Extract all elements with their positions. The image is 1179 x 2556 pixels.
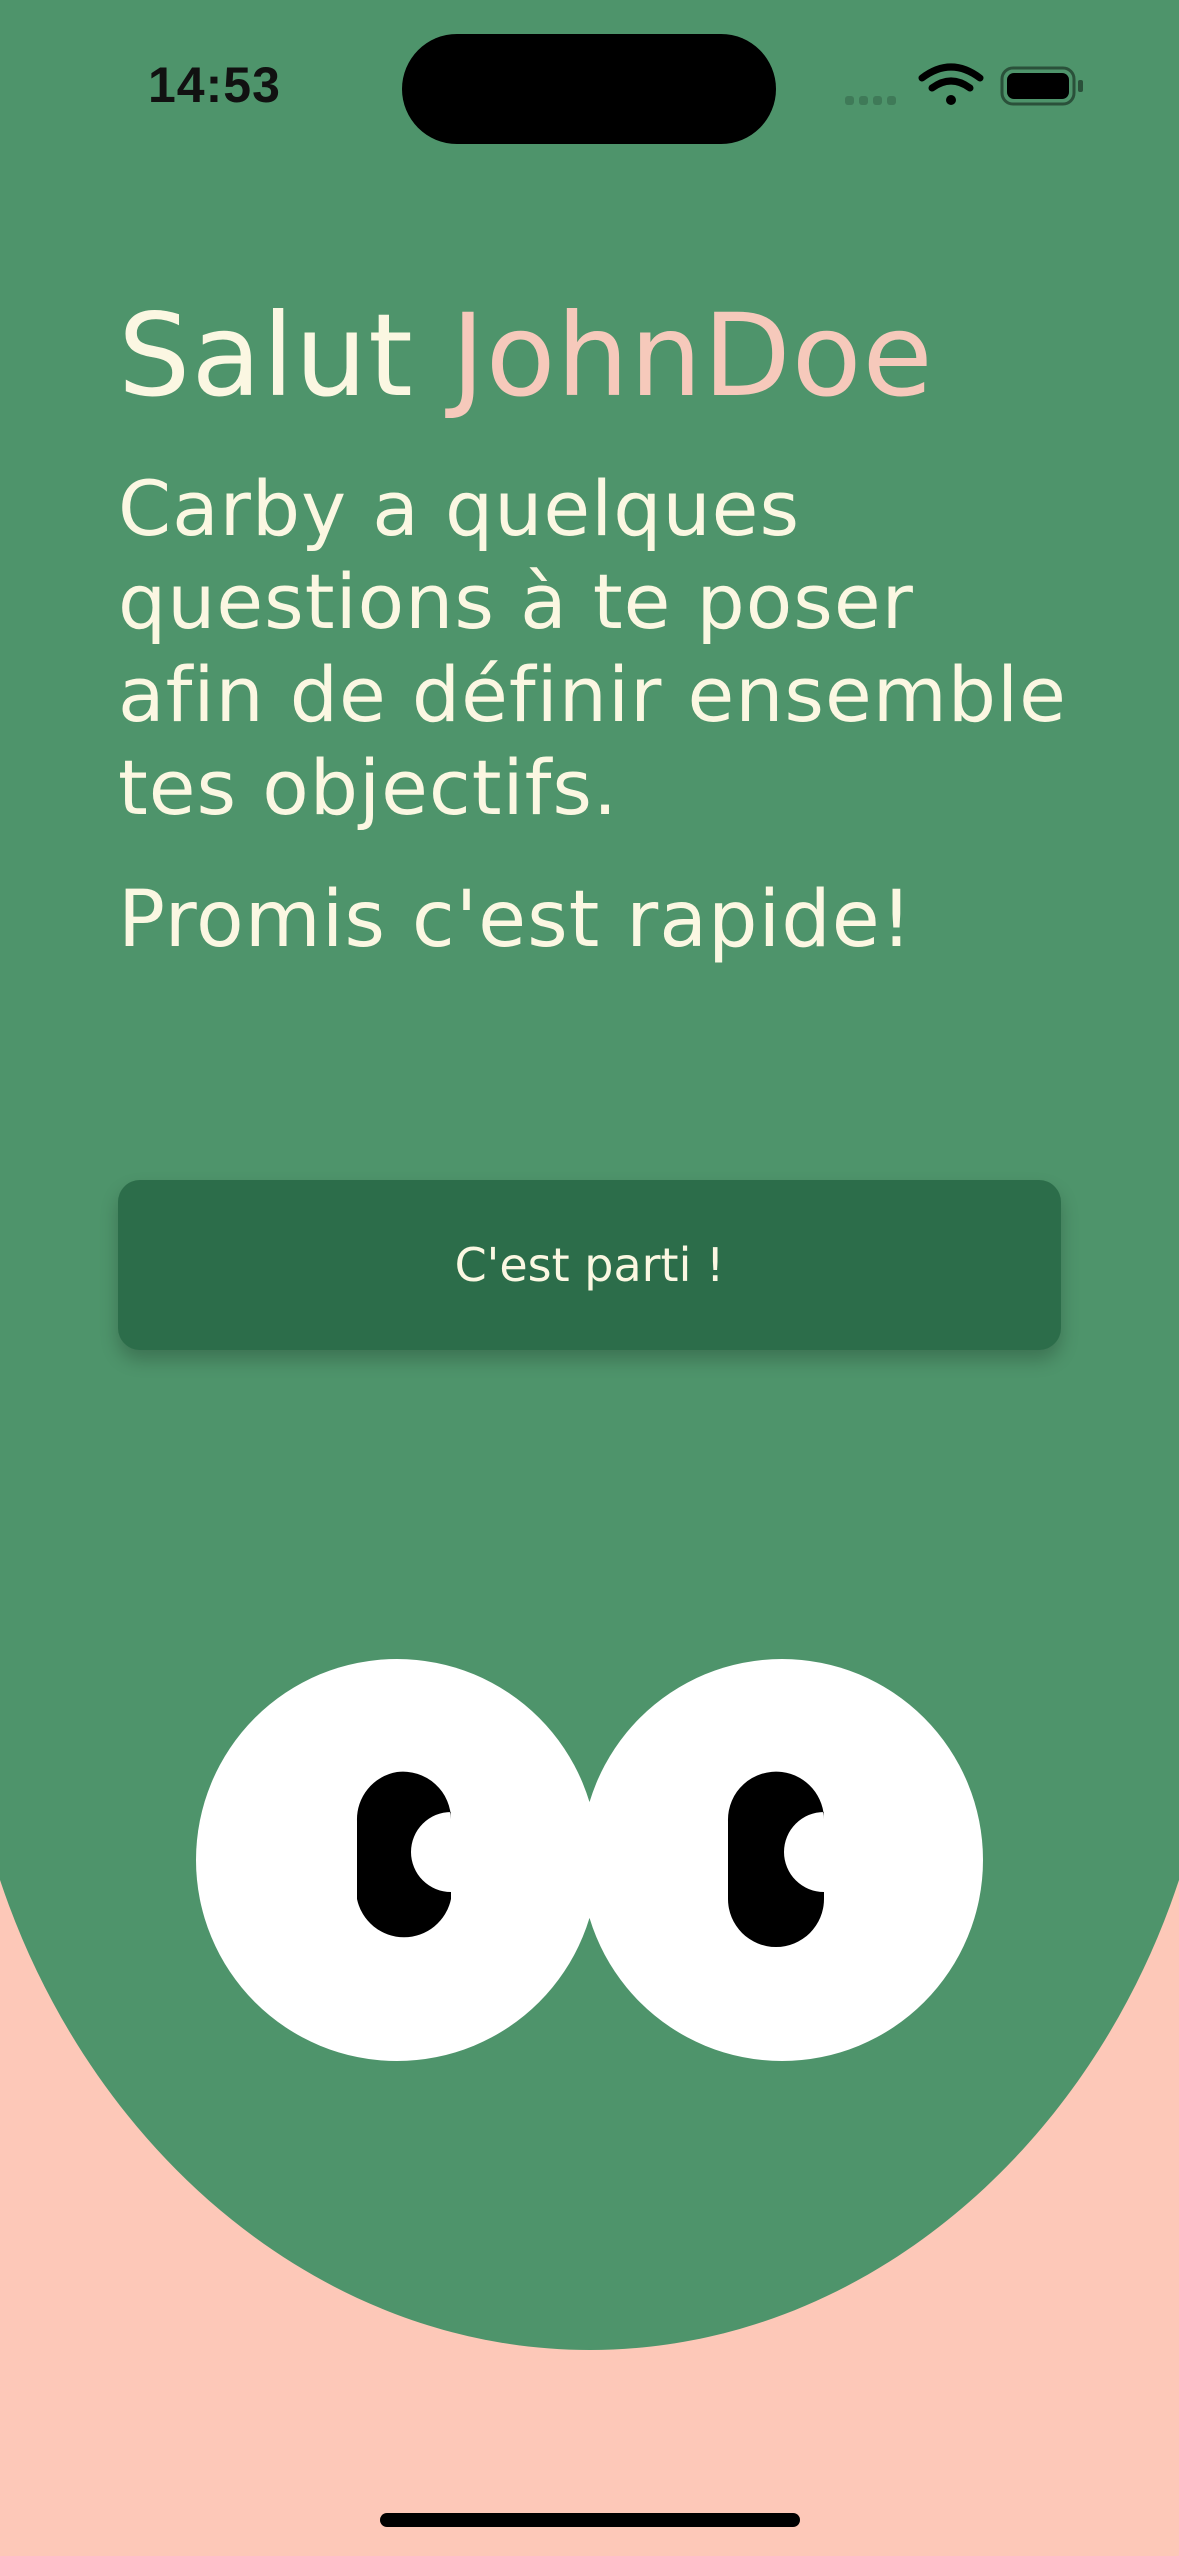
greeting-heading: Salut JohnDoe	[118, 286, 1078, 426]
welcome-content: Salut JohnDoe Carby a quelques questions…	[118, 286, 1078, 968]
status-icons	[845, 63, 1083, 106]
greeting-username: JohnDoe	[451, 289, 934, 422]
mascot-eyes	[196, 1659, 983, 2061]
left-eye	[196, 1659, 598, 2061]
right-eye	[581, 1659, 983, 2061]
status-bar: 14:53	[0, 0, 1179, 150]
dynamic-island	[402, 34, 776, 144]
greeting-prefix: Salut	[118, 289, 452, 422]
cellular-signal-icon	[845, 96, 896, 105]
status-time: 14:53	[148, 57, 281, 113]
home-indicator[interactable]	[380, 2513, 800, 2527]
wifi-icon	[918, 63, 984, 105]
start-button[interactable]: C'est parti !	[118, 1180, 1061, 1350]
promise-text: Promis c'est rapide!	[118, 875, 913, 965]
battery-icon	[1000, 66, 1083, 106]
intro-text: Carby a quelques questions à te poser af…	[118, 464, 1067, 832]
